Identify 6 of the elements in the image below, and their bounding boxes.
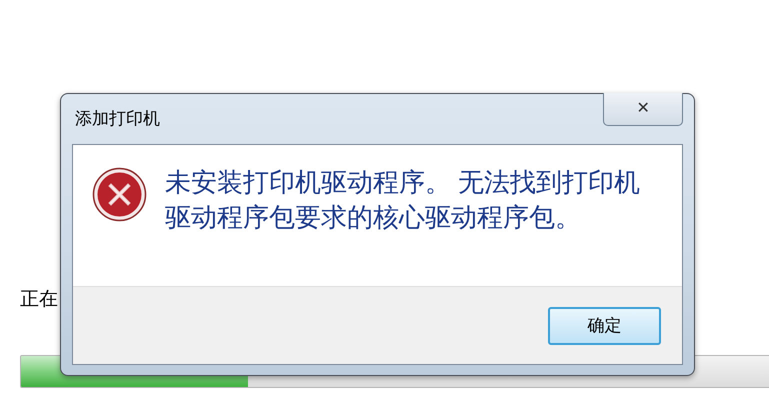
ok-button[interactable]: 确定 <box>548 306 661 344</box>
error-icon <box>92 167 147 222</box>
close-button[interactable]: ✕ <box>603 93 683 126</box>
error-message: 未安装打印机驱动程序。 无法找到打印机驱动程序包要求的核心驱动程序包。 <box>165 166 642 234</box>
status-text: 正在 <box>20 288 58 312</box>
window-title: 添加打印机 <box>75 108 160 130</box>
